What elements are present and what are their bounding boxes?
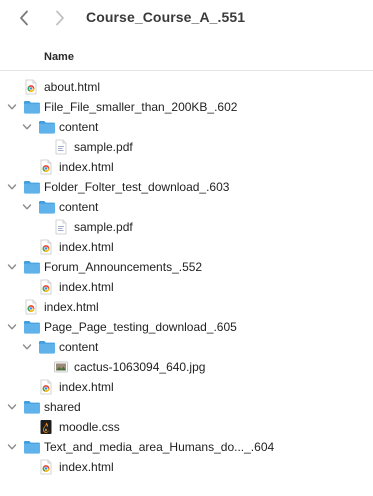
folder-icon [23, 399, 40, 415]
row-label: cactus-1063094_640.jpg [74, 360, 206, 374]
folder-icon [38, 199, 55, 215]
chevron-down-icon[interactable] [7, 321, 17, 333]
folder-row[interactable]: content [0, 337, 373, 357]
file-row[interactable]: about.html [0, 77, 373, 97]
chevron-down-icon[interactable] [22, 201, 32, 213]
file-row[interactable]: index.html [0, 297, 373, 317]
file-row[interactable]: moodle.css [0, 417, 373, 437]
folder-row[interactable]: Page_Page_testing_download_.605 [0, 317, 373, 337]
row-label: Text_and_media_area_Humans_do..._.604 [44, 440, 275, 454]
finder-window: Course_Course_A_.551 Name about.html File… [0, 0, 373, 496]
folder-row[interactable]: Forum_Announcements_.552 [0, 257, 373, 277]
file-row[interactable]: index.html [0, 157, 373, 177]
file-row[interactable]: index.html [0, 277, 373, 297]
row-label: index.html [59, 240, 114, 254]
row-label: Folder_Folter_test_download_.603 [44, 180, 230, 194]
folder-icon [23, 99, 40, 115]
row-label: Page_Page_testing_download_.605 [44, 320, 237, 334]
folder-icon [23, 259, 40, 275]
row-label: index.html [59, 280, 114, 294]
chevron-right-icon [56, 10, 64, 26]
folder-icon [23, 439, 40, 455]
folder-icon [38, 119, 55, 135]
html-file-icon [38, 379, 54, 395]
row-label: content [59, 340, 99, 354]
row-label: index.html [59, 160, 114, 174]
pdf-file-icon [53, 219, 69, 235]
row-label: content [59, 200, 99, 214]
row-label: content [59, 120, 99, 134]
chevron-down-icon[interactable] [7, 181, 17, 193]
folder-row[interactable]: File_File_smaller_than_200KB_.602 [0, 97, 373, 117]
row-label: about.html [44, 80, 101, 94]
chevron-down-icon[interactable] [7, 401, 17, 413]
pdf-file-icon [53, 139, 69, 155]
css-file-icon [38, 419, 54, 435]
chevron-down-icon[interactable] [7, 261, 17, 273]
folder-row[interactable]: Text_and_media_area_Humans_do..._.604 [0, 437, 373, 457]
file-row[interactable]: cactus-1063094_640.jpg [0, 357, 373, 377]
toolbar: Course_Course_A_.551 [0, 0, 373, 36]
file-row[interactable]: index.html [0, 237, 373, 257]
row-label: Forum_Announcements_.552 [44, 260, 203, 274]
file-row[interactable]: index.html [0, 457, 373, 477]
forward-button[interactable] [53, 9, 67, 27]
row-label: sample.pdf [74, 220, 133, 234]
row-label: index.html [59, 460, 114, 474]
row-label: moodle.css [59, 420, 120, 434]
file-row[interactable]: sample.pdf [0, 137, 373, 157]
image-file-icon [53, 359, 69, 375]
file-row[interactable]: sample.pdf [0, 217, 373, 237]
name-column-header[interactable]: Name [44, 51, 74, 63]
folder-row[interactable]: content [0, 197, 373, 217]
window-title: Course_Course_A_.551 [86, 9, 246, 25]
file-list: about.html File_File_smaller_than_200KB_.… [0, 77, 373, 477]
file-row[interactable]: index.html [0, 377, 373, 397]
folder-icon [38, 339, 55, 355]
html-file-icon [38, 279, 54, 295]
row-label: shared [44, 400, 81, 414]
column-header[interactable]: Name [0, 44, 373, 71]
folder-row[interactable]: Folder_Folter_test_download_.603 [0, 177, 373, 197]
html-file-icon [23, 79, 39, 95]
html-file-icon [38, 459, 54, 475]
row-label: sample.pdf [74, 140, 133, 154]
chevron-down-icon[interactable] [7, 441, 17, 453]
chevron-down-icon[interactable] [7, 101, 17, 113]
chevron-down-icon[interactable] [22, 121, 32, 133]
row-label: index.html [59, 380, 114, 394]
chevron-left-icon [20, 10, 28, 26]
folder-row[interactable]: shared [0, 397, 373, 417]
folder-icon [23, 179, 40, 195]
folder-icon [23, 319, 40, 335]
row-label: File_File_smaller_than_200KB_.602 [44, 100, 238, 114]
row-label: index.html [44, 300, 99, 314]
back-button[interactable] [17, 9, 31, 27]
html-file-icon [38, 239, 54, 255]
chevron-down-icon[interactable] [22, 341, 32, 353]
folder-row[interactable]: content [0, 117, 373, 137]
html-file-icon [23, 299, 39, 315]
html-file-icon [38, 159, 54, 175]
